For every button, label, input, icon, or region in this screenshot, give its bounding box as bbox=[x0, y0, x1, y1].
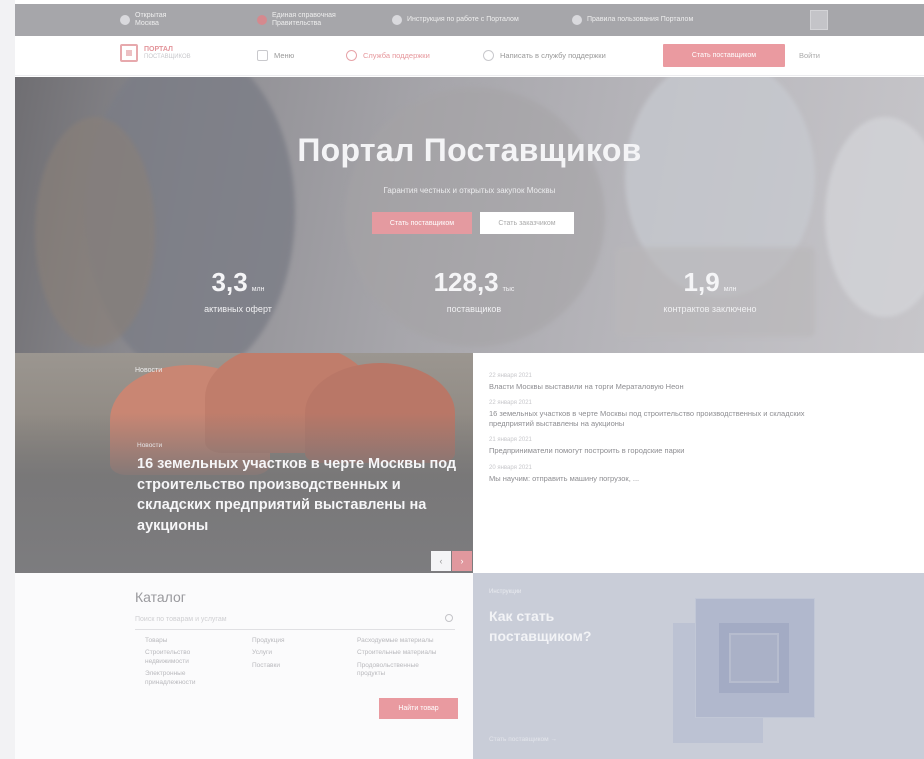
stat-contracts: 1,9 млн контрактов заключено bbox=[663, 267, 757, 314]
logo-line2: ПОСТАВЩИКОВ bbox=[144, 53, 191, 60]
news-list: 22 января 2021 Власти Москвы выставили н… bbox=[473, 353, 924, 573]
slider-next-button[interactable]: › bbox=[452, 551, 472, 571]
nav-bar: ПОРТАЛ ПОСТАВЩИКОВ Меню Служба поддержки… bbox=[15, 36, 924, 76]
catalog-column: Расходуемые материалы Строительные матер… bbox=[357, 637, 457, 683]
featured-news-headline[interactable]: 16 земельных участков в черте Москвы под… bbox=[137, 454, 467, 536]
emblem-icon bbox=[120, 15, 130, 25]
hero-banner: Портал Поставщиков Гарантия честных и от… bbox=[15, 77, 924, 353]
nav-support[interactable]: Служба поддержки bbox=[346, 50, 430, 61]
catalog-link[interactable]: Поставки bbox=[252, 662, 352, 670]
catalog-column: Продукция Услуги Поставки bbox=[252, 637, 352, 674]
become-supplier-card[interactable]: Инструкции Как стать поставщиком? Стать … bbox=[473, 573, 924, 759]
catalog-link[interactable]: Строительные материалы bbox=[357, 649, 457, 657]
catalog-link[interactable]: Товары bbox=[145, 637, 245, 645]
topbar-help-line[interactable]: Единая справочная Правительства bbox=[257, 12, 354, 27]
catalog-title: Каталог bbox=[135, 589, 186, 605]
catalog-search-input[interactable] bbox=[135, 610, 455, 630]
news-item[interactable]: 22 января 2021 16 земельных участков в ч… bbox=[489, 400, 924, 429]
help-icon bbox=[572, 15, 582, 25]
news-item[interactable]: 22 января 2021 Власти Москвы выставили н… bbox=[489, 373, 924, 392]
page: Открытая Москва Единая справочная Правит… bbox=[15, 0, 924, 759]
hero-subtitle: Гарантия честных и открытых закупок Моск… bbox=[383, 186, 556, 195]
news-section-tag: Новости bbox=[135, 367, 163, 374]
search-icon[interactable] bbox=[445, 614, 453, 622]
topbar-instruction[interactable]: Инструкция по работе с Порталом bbox=[392, 15, 519, 25]
news-category: Новости bbox=[137, 442, 163, 449]
become-tag: Инструкции bbox=[489, 589, 522, 595]
hero-title: Портал Поставщиков bbox=[297, 132, 642, 168]
catalog-link[interactable]: Продовольственные продукты bbox=[357, 662, 427, 679]
topbar-open-moscow[interactable]: Открытая Москва bbox=[120, 12, 187, 27]
top-bar: Открытая Москва Единая справочная Правит… bbox=[15, 4, 924, 36]
grid-icon bbox=[257, 50, 268, 61]
topbar-rules[interactable]: Правила пользования Порталом bbox=[572, 15, 693, 25]
menu-icon[interactable] bbox=[810, 10, 828, 30]
catalog-find-button[interactable]: Найти товар bbox=[379, 698, 458, 719]
decor-shape bbox=[731, 635, 777, 681]
catalog-link[interactable]: Услуги bbox=[252, 649, 352, 657]
logo-icon bbox=[120, 44, 138, 62]
logo-line1: ПОРТАЛ bbox=[144, 45, 173, 53]
stat-suppliers: 128,3 тыс поставщиков bbox=[433, 267, 515, 314]
news-item[interactable]: 20 января 2021 Мы научим: отправить маши… bbox=[489, 465, 924, 484]
news-item[interactable]: 21 января 2021 Предприниматели помогут п… bbox=[489, 437, 924, 456]
catalog-link[interactable]: Расходуемые материалы bbox=[357, 637, 457, 645]
lifebuoy-icon bbox=[346, 50, 357, 61]
hero-buttons: Стать поставщиком Стать заказчиком bbox=[372, 212, 574, 234]
info-icon bbox=[392, 15, 402, 25]
nav-menu[interactable]: Меню bbox=[257, 50, 294, 61]
catalog-link[interactable]: Строительство недвижимости bbox=[145, 649, 217, 666]
chat-icon bbox=[483, 50, 494, 61]
hero-become-supplier-button[interactable]: Стать поставщиком bbox=[372, 212, 472, 234]
catalog-link[interactable]: Продукция bbox=[252, 637, 352, 645]
catalog-section: Каталог Товары Строительство недвижимост… bbox=[15, 573, 473, 759]
login-link[interactable]: Войти bbox=[799, 51, 820, 60]
become-supplier-button[interactable]: Стать поставщиком bbox=[663, 44, 785, 67]
become-link[interactable]: Стать поставщиком → bbox=[489, 736, 557, 743]
hero-become-customer-button[interactable]: Стать заказчиком bbox=[480, 212, 574, 234]
phone-icon bbox=[257, 15, 267, 25]
nav-write-support[interactable]: Написать в службу поддержки bbox=[483, 50, 606, 61]
catalog-link[interactable]: Электронные принадлежности bbox=[145, 670, 217, 687]
slider-prev-button[interactable]: ‹ bbox=[431, 551, 451, 571]
featured-news-card[interactable]: Новости Новости 16 земельных участков в … bbox=[15, 353, 473, 573]
catalog-column: Товары Строительство недвижимости Электр… bbox=[145, 637, 245, 691]
stat-offers: 3,3 млн активных оферт bbox=[204, 267, 272, 314]
site-logo[interactable]: ПОРТАЛ ПОСТАВЩИКОВ bbox=[120, 44, 191, 62]
become-title: Как стать поставщиком? bbox=[489, 608, 592, 644]
